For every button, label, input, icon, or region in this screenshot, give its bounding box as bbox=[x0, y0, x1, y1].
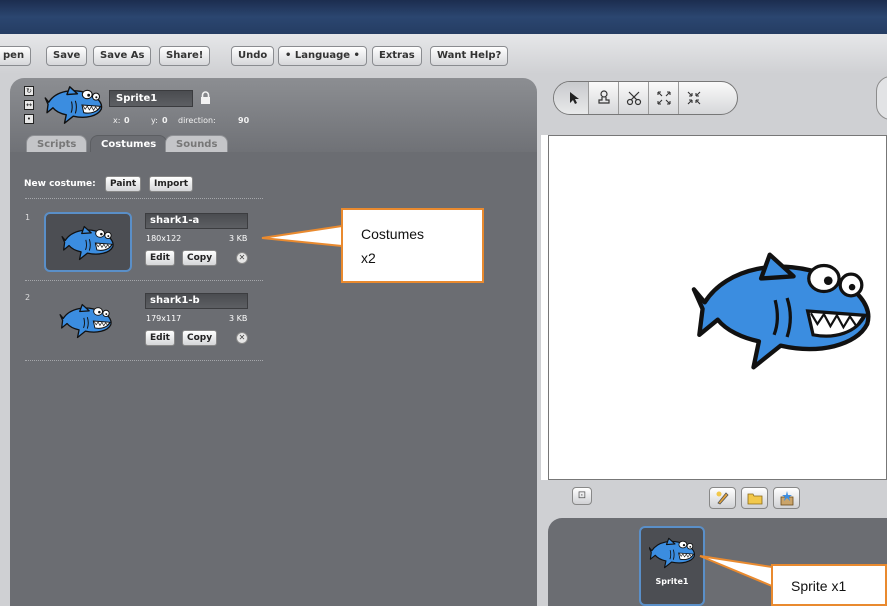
callout-pointers bbox=[261, 225, 773, 587]
costumes-callout-line2: x2 bbox=[361, 250, 376, 266]
sprite-callout-text: Sprite x1 bbox=[791, 578, 847, 594]
sprite-callout: Sprite x1 bbox=[771, 564, 887, 606]
costumes-callout: Costumes x2 bbox=[341, 208, 484, 283]
costumes-callout-line1: Costumes bbox=[361, 226, 425, 242]
